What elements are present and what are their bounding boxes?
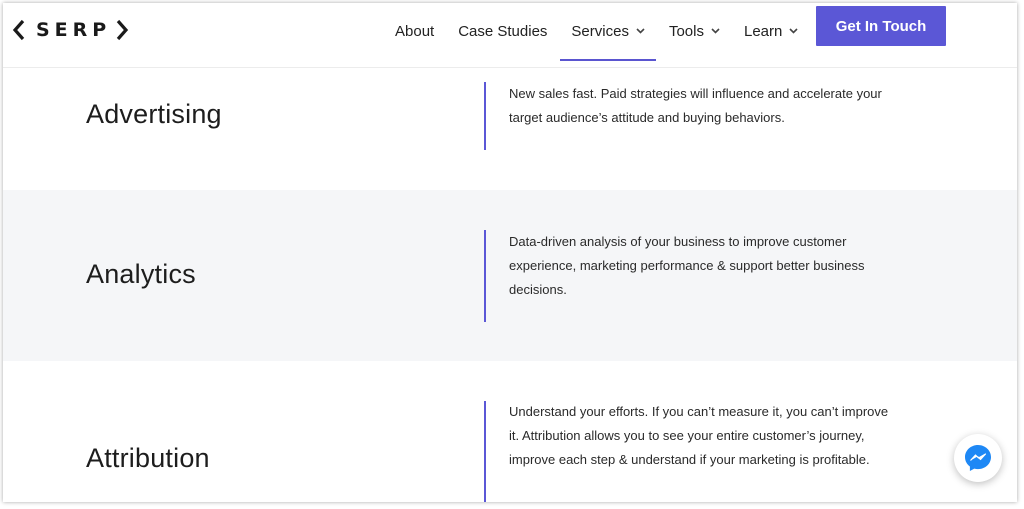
- section-divider: [484, 401, 486, 502]
- nav-item-label: Case Studies: [458, 22, 548, 40]
- nav-item-services[interactable]: Services: [560, 3, 656, 61]
- chevron-right-icon: [117, 19, 129, 41]
- site-header: SERP About Case Studies Services Tools L…: [3, 3, 1017, 68]
- section-description: Understand your efforts. If you can’t me…: [509, 404, 889, 467]
- chevron-down-icon: [711, 28, 720, 34]
- nav-item-label: Services: [571, 22, 629, 40]
- page-frame: SERP About Case Studies Services Tools L…: [3, 3, 1017, 502]
- nav-item-case-studies[interactable]: Case Studies: [458, 3, 547, 59]
- service-section-analytics: Analytics Data-driven analysis of your b…: [3, 190, 1017, 361]
- nav-item-learn[interactable]: Learn: [744, 3, 798, 59]
- section-divider: [484, 82, 486, 150]
- messenger-icon: [965, 445, 991, 471]
- logo[interactable]: SERP: [12, 16, 129, 44]
- nav-item-tools[interactable]: Tools: [669, 3, 720, 59]
- messenger-chat-button[interactable]: [954, 434, 1002, 482]
- service-section-advertising: Advertising New sales fast. Paid strateg…: [3, 68, 1017, 190]
- chevron-down-icon: [789, 28, 798, 34]
- logo-text: SERP: [36, 19, 112, 41]
- section-description: New sales fast. Paid strategies will inf…: [509, 86, 882, 125]
- get-in-touch-button[interactable]: Get In Touch: [816, 6, 946, 46]
- section-title: Attribution: [86, 443, 210, 473]
- chevron-down-icon: [636, 28, 645, 34]
- main-nav: About Case Studies Services Tools Learn: [383, 3, 798, 61]
- section-title: Advertising: [86, 99, 222, 129]
- service-section-attribution: Attribution Understand your efforts. If …: [3, 361, 1017, 502]
- nav-item-about[interactable]: About: [395, 3, 434, 59]
- nav-item-label: Tools: [668, 22, 704, 40]
- section-description: Data-driven analysis of your business to…: [509, 234, 865, 297]
- nav-item-label: About: [395, 22, 435, 40]
- chevron-left-icon: [12, 19, 25, 41]
- nav-item-label: Learn: [743, 22, 783, 40]
- section-divider: [484, 230, 486, 322]
- section-title: Analytics: [86, 259, 196, 289]
